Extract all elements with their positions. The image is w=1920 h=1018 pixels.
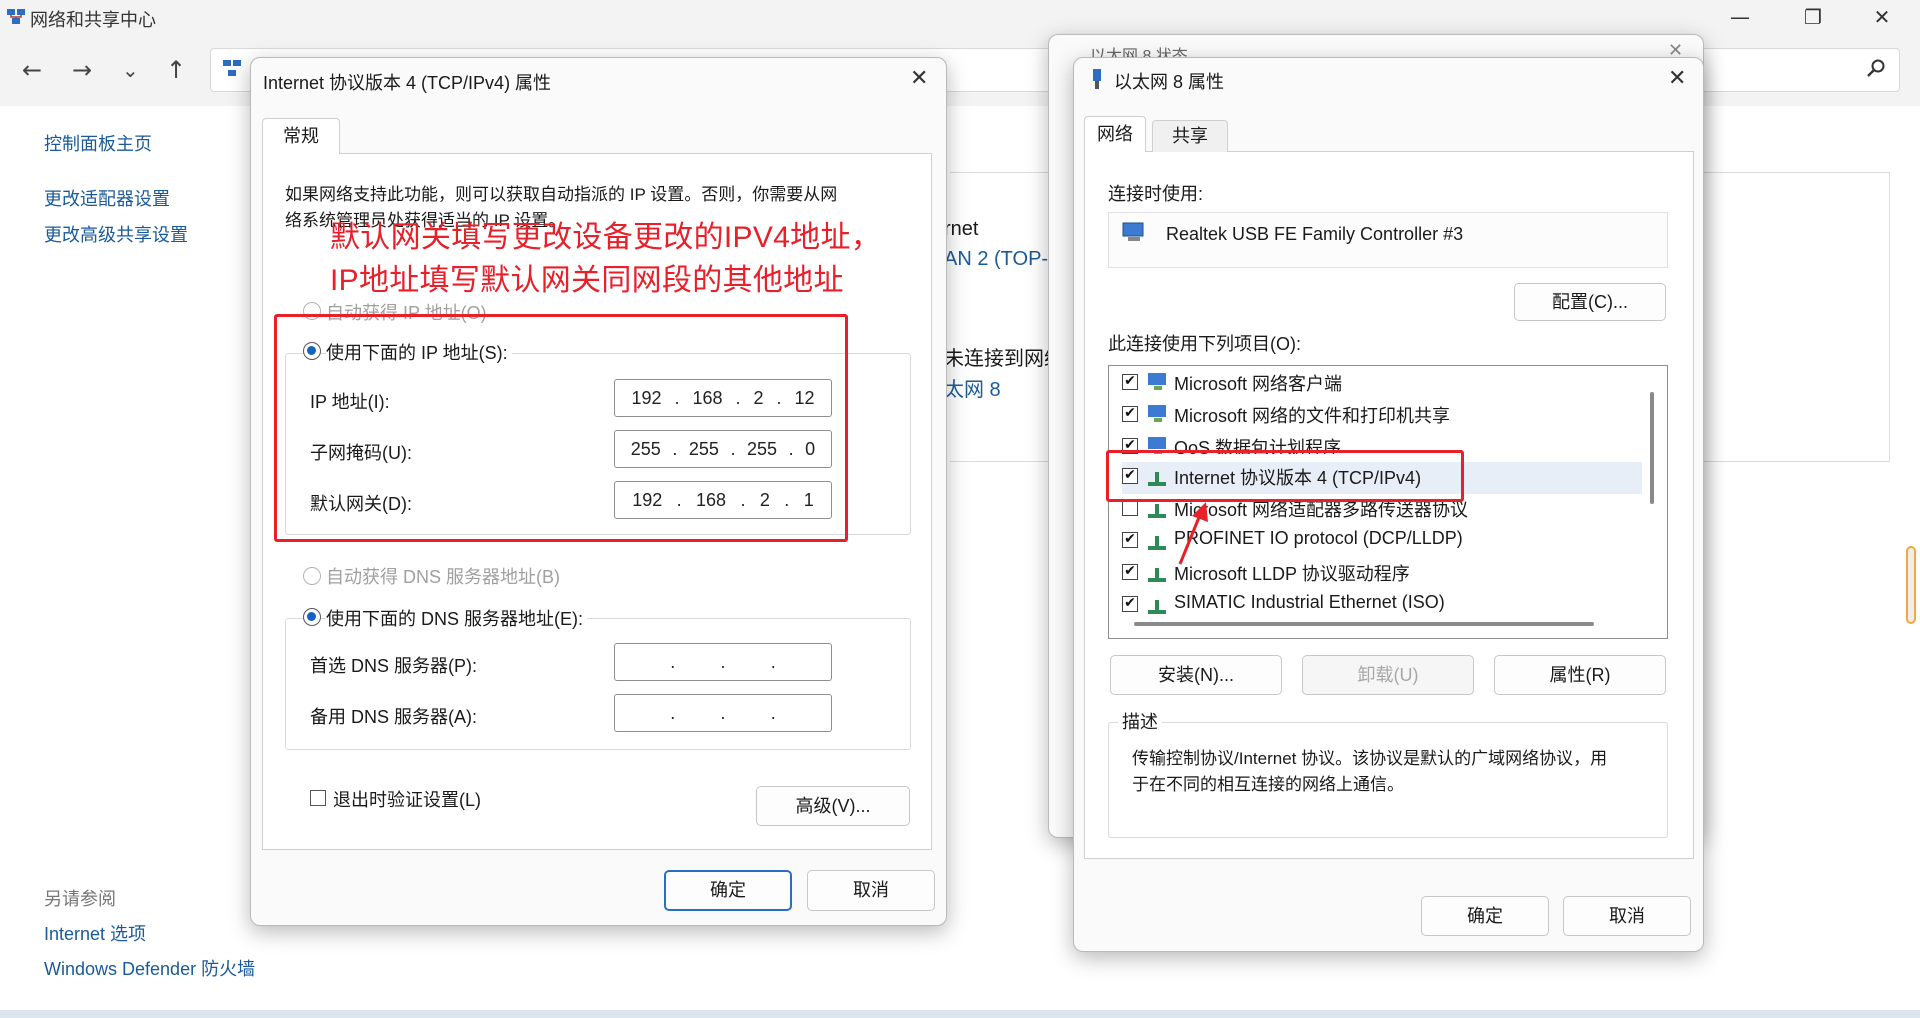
protocol-icon [1148,536,1166,550]
alternate-dns-field[interactable]: ... [614,694,832,732]
list-item[interactable]: ✔ Microsoft 网络的文件和打印机共享 [1122,400,1642,432]
tab-sharing[interactable]: 共享 [1152,120,1228,152]
component-list-vscroll[interactable] [1650,392,1654,504]
validate-label: 退出时验证设置(L) [333,790,481,810]
back-button[interactable]: ← [22,56,42,84]
items-label: 此连接使用下列项目(O): [1108,334,1301,354]
octet-separator: . [670,702,676,723]
minimize-button[interactable]: — [1720,4,1760,30]
component-list-hscroll[interactable] [1134,622,1594,626]
list-item[interactable]: ✔ Microsoft 网络客户端 [1122,368,1642,400]
item-label: Microsoft 网络的文件和打印机共享 [1174,406,1451,426]
description-text-line1: 传输控制协议/Internet 协议。该协议是默认的广域网络协议，用 [1132,749,1608,768]
change-sharing-settings-link[interactable]: 更改高级共享设置 [44,221,188,247]
description-text-line2: 于在不同的相互连接的网络上通信。 [1132,775,1404,794]
protocol-icon [1148,568,1166,582]
connect-using-label: 连接时使用: [1108,184,1204,204]
install-button[interactable]: 安装(N)... [1110,655,1282,695]
taskbar-edge [0,1010,1920,1018]
recent-locations-button[interactable]: ⌄ [122,56,139,84]
manual-dns-label: 使用下面的 DNS 服务器地址(E): [326,605,587,631]
preferred-dns-label: 首选 DNS 服务器(P): [310,656,478,676]
eth-ok-button[interactable]: 确定 [1421,896,1549,936]
see-also-heading: 另请参阅 [44,889,116,909]
annotation-text-line1: 默认网关填写更改设备更改的IPV4地址， [330,221,882,254]
item-label: Microsoft 网络客户端 [1174,374,1343,394]
page-scrollbar[interactable] [1906,546,1916,624]
network-client-icon [1148,373,1166,390]
item-label: PROFINET IO protocol (DCP/LLDP) [1174,528,1463,548]
window-title: 网络和共享中心 [30,10,156,30]
advanced-button[interactable]: 高级(V)... [756,786,910,826]
firewall-link[interactable]: Windows Defender 防火墙 [44,955,255,981]
item-checkbox[interactable]: ✔ [1122,596,1138,612]
list-item[interactable]: ✔ SIMATIC Industrial Ethernet (ISO) [1122,590,1642,614]
ipv4-ok-button[interactable]: 确定 [664,870,792,911]
window-titlebar [0,0,1920,34]
annotation-ipv4-highlight [1106,450,1464,502]
item-label: SIMATIC Industrial Ethernet (ISO) [1174,592,1445,612]
annotation-arrow [1178,502,1208,565]
eth-cancel-button[interactable]: 取消 [1563,896,1691,936]
configure-button[interactable]: 配置(C)... [1514,283,1666,321]
annotation-text-line2: IP地址填写默认网关同网段的其他地址 [330,264,844,297]
item-checkbox[interactable] [1122,500,1138,516]
ethernet-icon [1093,69,1101,89]
alternate-dns-label: 备用 DNS 服务器(A): [310,707,478,727]
ipv4-cancel-button[interactable]: 取消 [807,870,935,911]
search-icon[interactable] [1866,58,1886,78]
protocol-icon [1148,600,1166,614]
network-access-text: rnet [944,218,979,240]
octet-separator: . [670,651,676,672]
maximize-button[interactable]: ❐ [1793,4,1833,30]
network-center-icon [7,9,25,24]
ethernet-properties-title: 以太网 8 属性 [1114,72,1225,92]
item-checkbox[interactable]: ✔ [1122,406,1138,422]
tab-network[interactable]: 网络 [1084,116,1146,152]
internet-options-link[interactable]: Internet 选项 [44,920,146,946]
octet-separator: . [770,651,776,672]
change-adapter-settings-link[interactable]: 更改适配器设置 [44,185,170,211]
description-group-label: 描述 [1118,708,1162,734]
item-checkbox[interactable]: ✔ [1122,374,1138,390]
ethernet8-link[interactable]: 太网 8 [944,373,1001,402]
properties-button[interactable]: 属性(R) [1494,655,1666,695]
network-location-icon [223,60,241,76]
adapter-name: Realtek USB FE Family Controller #3 [1166,224,1464,244]
octet-separator: . [720,702,726,723]
ethernet-properties-close-button[interactable]: ✕ [1668,66,1686,91]
forward-button[interactable]: → [72,56,92,84]
auto-dns-radio[interactable] [303,567,321,585]
octet-separator: . [720,651,726,672]
uninstall-button: 卸载(U) [1302,655,1474,695]
validate-checkbox[interactable] [310,790,326,806]
ipv4-dialog-title: Internet 协议版本 4 (TCP/IPv4) 属性 [263,73,552,93]
protocol-icon [1148,504,1166,518]
file-sharing-icon [1148,405,1166,422]
close-window-button[interactable]: ✕ [1862,4,1902,30]
octet-separator: . [770,702,776,723]
ipv4-description-line1: 如果网络支持此功能，则可以获取自动指派的 IP 设置。否则，你需要从网 [285,185,838,204]
ipv4-dialog-close-button[interactable]: ✕ [910,66,928,91]
tab-general[interactable]: 常规 [262,118,340,154]
network-adapter-icon [1122,222,1144,241]
up-button[interactable]: ↑ [166,56,186,84]
not-connected-text: 未连接到网络 [944,348,1064,370]
auto-dns-label: 自动获得 DNS 服务器地址(B) [326,567,560,587]
manual-dns-radio[interactable] [303,608,321,626]
wlan-connection-link[interactable]: AN 2 (TOP-I [944,248,1054,271]
annotation-ip-highlight [274,314,848,542]
item-checkbox[interactable]: ✔ [1122,564,1138,580]
preferred-dns-field[interactable]: ... [614,643,832,681]
item-checkbox[interactable]: ✔ [1122,532,1138,548]
control-panel-home-link[interactable]: 控制面板主页 [44,130,152,156]
